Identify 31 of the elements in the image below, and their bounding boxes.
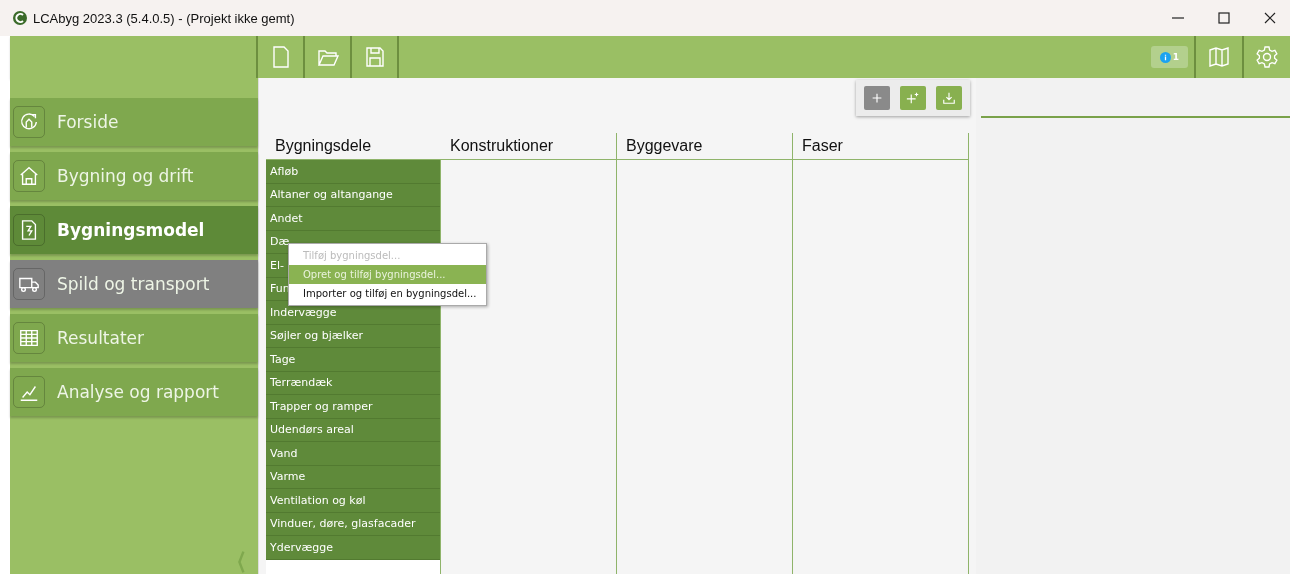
nav-item[interactable]: Resultater [10,314,258,362]
nav-item[interactable]: Bygningsmodel [10,206,258,254]
list-item[interactable]: Afløb [266,160,440,184]
window-title: LCAbyg 2023.3 (5.4.0.5) - (Projekt ikke gemt) [33,10,295,26]
nav-item[interactable]: Spild og transport [10,260,258,308]
column-header: Konstruktioner [441,133,616,160]
column-header: Faser [793,133,968,160]
nav-item[interactable]: Forside [10,98,258,146]
list-item[interactable]: Udendørs areal [266,418,440,442]
house-icon [18,165,40,187]
nav-item[interactable]: Bygning og drift [10,152,258,200]
list-item[interactable]: Varme [266,465,440,489]
nav-item[interactable]: Analyse og rapport [10,368,258,416]
list-item[interactable]: Andet [266,207,440,231]
list-item[interactable]: Søjler og bjælker [266,324,440,348]
list-item[interactable]: Ydervægge [266,536,440,560]
list-item[interactable]: Vand [266,442,440,466]
column-header: Byggevare [617,133,792,160]
list-item[interactable]: Altaner og altangange [266,183,440,207]
table-icon [18,327,40,349]
menu-item[interactable]: Importer og tilføj en bygningsdel... [289,284,486,303]
download-icon[interactable] [936,86,962,110]
notification-count: 1 [1172,52,1179,62]
list-item[interactable]: Trapper og ramper [266,395,440,419]
info-icon [1159,51,1171,63]
logo-icon [12,10,28,26]
menu-item[interactable]: Opret og tilføj bygningsdel... [289,265,486,284]
list-item[interactable]: Tage [266,348,440,372]
list-item[interactable]: Ventilation og køl [266,489,440,513]
list-item[interactable]: Terrændæk [266,371,440,395]
list-item[interactable]: Vinduer, døre, glasfacader [266,512,440,536]
